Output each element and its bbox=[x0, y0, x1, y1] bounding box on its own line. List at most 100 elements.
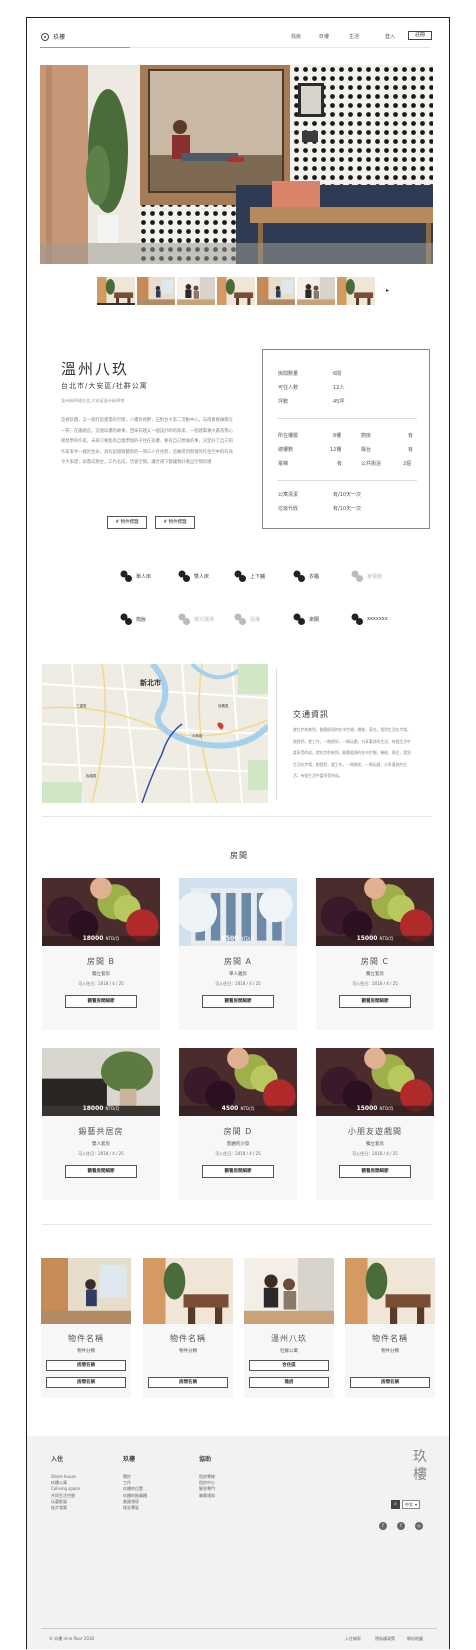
amenity-label: 設備 bbox=[250, 616, 261, 623]
property-card-name: 物件名稱 bbox=[68, 1334, 104, 1343]
footer-col2-links: 關於 工作 玖樓的位置 玖樓的推薦櫃 美國領導 理念專區 bbox=[123, 1474, 193, 1511]
amenity-label: 衣櫃 bbox=[309, 573, 320, 580]
property-card-name: 物件名稱 bbox=[372, 1334, 408, 1343]
amenity-item: 單人床 bbox=[119, 569, 151, 583]
property-card[interactable]: 物件名稱 物件分類 房間名稱 bbox=[345, 1258, 435, 1398]
page-frame: 玖樓 找房 玖樓 生活 登入 註冊 ▸ 溫州八玖 台北市/大安區/社群公寓 溫州… bbox=[26, 17, 450, 1649]
room-card[interactable]: 18000 NTD/月 鍛藝共居房 雙人套房 可入住日：2018 / 4 / 2… bbox=[42, 1048, 160, 1200]
room-image: 15000 NTD/月 bbox=[316, 878, 434, 946]
room-name-button[interactable]: 房間名稱 bbox=[46, 1360, 126, 1371]
property-tag[interactable]: # 物件標籤 bbox=[107, 516, 147, 529]
view-room-details-button[interactable]: 觀看房間細節 bbox=[202, 995, 274, 1008]
amenity-icon bbox=[119, 569, 133, 583]
info-label: 房間數量 bbox=[278, 371, 299, 377]
room-name-button[interactable]: 房間名稱 bbox=[46, 1377, 126, 1388]
nav-login[interactable]: 登入 bbox=[385, 33, 395, 40]
gallery-thumbnail[interactable] bbox=[337, 277, 375, 305]
amenity-label: 梳妝 bbox=[136, 616, 147, 623]
info-value: 有/10天一次 bbox=[333, 506, 362, 512]
room-available-date: 可入住日：2018 / 4 / 25 bbox=[352, 1151, 398, 1156]
amenity-label: 單只選擇 bbox=[194, 616, 215, 623]
chevron-down-icon: ▾ bbox=[415, 1502, 418, 1507]
gallery-thumbnail[interactable] bbox=[297, 277, 335, 305]
nav-find-room[interactable]: 找房 bbox=[291, 33, 301, 40]
room-available-date: 可入住日：2018 / 4 / 25 bbox=[78, 1151, 124, 1156]
property-info-box: 房間數量 6間 可住人數 12人 坪數 45坪 所在樓層 8樓 總樓數 12樓 … bbox=[262, 349, 430, 529]
signup-button[interactable]: 註冊 bbox=[408, 31, 432, 40]
room-name-button[interactable]: 合住區 bbox=[249, 1360, 329, 1371]
location-map[interactable]: 新北市 中和區 板橋區 三重區 信義區 bbox=[42, 664, 268, 803]
room-name-button[interactable]: 房間名稱 bbox=[148, 1377, 228, 1388]
room-name-button[interactable]: 雅房 bbox=[249, 1377, 329, 1388]
room-card[interactable]: 8500 NTD/月 房間 A 單人雅房 可入住日：2018 / 4 / 25 … bbox=[179, 878, 297, 1030]
room-available-date: 可入住日：2018 / 4 / 25 bbox=[78, 981, 124, 986]
view-room-details-button[interactable]: 觀看房間細節 bbox=[339, 1165, 411, 1178]
room-card[interactable]: 15000 NTD/月 房間 C 獨立套房 可入住日：2018 / 4 / 25… bbox=[316, 878, 434, 1030]
social-facebook-icon[interactable]: f bbox=[397, 1522, 405, 1530]
section-divider bbox=[42, 816, 432, 817]
info-label: 陽台 bbox=[361, 447, 372, 453]
map-divider bbox=[276, 668, 277, 800]
info-label: 可住人數 bbox=[278, 385, 299, 391]
view-room-details-button[interactable]: 觀看房間細節 bbox=[65, 1165, 137, 1178]
gallery-next-arrow-icon[interactable]: ▸ bbox=[386, 287, 389, 294]
language-select[interactable]: ⌕ 中文 ▾ bbox=[391, 1500, 421, 1509]
nav-about[interactable]: 玖樓 bbox=[319, 33, 329, 40]
amenity-item: 單只選擇 bbox=[177, 612, 214, 626]
info-value: 有 bbox=[337, 461, 343, 467]
gallery-thumbnail[interactable] bbox=[177, 277, 215, 305]
site-logo[interactable]: 玖樓 bbox=[41, 32, 65, 41]
footer-bottom-link[interactable]: 隱私權政策 bbox=[375, 1636, 395, 1642]
room-card[interactable]: 18000 NTD/月 房間 B 獨立套房 可入住日：2018 / 4 / 25… bbox=[42, 878, 160, 1030]
info-label: 所在樓層 bbox=[278, 433, 299, 439]
amenity-label: xxxxxxx bbox=[367, 616, 388, 622]
room-card[interactable]: 15000 NTD/月 小朋友遊戲間 獨立套房 可入住日：2018 / 4 / … bbox=[316, 1048, 434, 1200]
room-type: 獨立套房 bbox=[92, 972, 110, 977]
room-name: 小朋友遊戲間 bbox=[348, 1127, 402, 1136]
property-card[interactable]: 溫州八玖 社群公寓 合住區 雅房 bbox=[244, 1258, 334, 1398]
gallery-thumbnail[interactable] bbox=[97, 277, 135, 305]
amenity-item: 衣櫃 bbox=[292, 569, 319, 583]
amenity-icon bbox=[177, 569, 191, 583]
footer-bottom-link[interactable]: 網站地圖 bbox=[407, 1636, 423, 1642]
amenity-item: 家電機 bbox=[350, 569, 382, 583]
map-district-label: 信義區 bbox=[218, 704, 229, 708]
amenity-label: 家電機 bbox=[367, 573, 383, 580]
gallery-thumbnail[interactable] bbox=[217, 277, 255, 305]
property-card[interactable]: 物件名稱 物件分類 房間名稱 房間名稱 bbox=[41, 1258, 131, 1398]
property-card-name: 物件名稱 bbox=[170, 1334, 206, 1343]
footer-link[interactable]: 聯繫通知 bbox=[199, 1493, 269, 1499]
gallery-thumbnail[interactable] bbox=[137, 277, 175, 305]
footer-link[interactable]: 徒步我樂 bbox=[51, 1505, 121, 1511]
nav-life[interactable]: 生活 bbox=[349, 33, 359, 40]
info-divider bbox=[277, 480, 417, 481]
property-tag[interactable]: # 物件標籤 bbox=[155, 516, 195, 529]
amenity-label: 雙人床 bbox=[194, 573, 210, 580]
map-district-label: 中和區 bbox=[192, 734, 203, 738]
room-type: 客廳的沙發 bbox=[226, 1142, 250, 1147]
room-name: 房間 B bbox=[86, 957, 116, 966]
social-instagram-icon[interactable]: ◎ bbox=[415, 1522, 423, 1530]
footer-link[interactable]: 理念專區 bbox=[123, 1505, 193, 1511]
room-name-button[interactable]: 房間名稱 bbox=[350, 1377, 430, 1388]
footer-brand-char: 樓 bbox=[413, 1467, 427, 1483]
info-label: 總樓數 bbox=[278, 447, 294, 453]
footer-bottom-link[interactable]: 入住條款 bbox=[345, 1636, 361, 1642]
view-room-details-button[interactable]: 觀看房間細節 bbox=[339, 995, 411, 1008]
room-price: 15000 NTD/月 bbox=[356, 1105, 394, 1112]
room-card[interactable]: 4500 NTD/月 房間 D 客廳的沙發 可入住日：2018 / 4 / 25… bbox=[179, 1048, 297, 1200]
amenity-item: 雙人床 bbox=[177, 569, 209, 583]
property-card[interactable]: 物件名稱 物件分類 房間名稱 bbox=[143, 1258, 233, 1398]
gallery-thumbnail[interactable] bbox=[257, 277, 295, 305]
social-facebook-icon[interactable]: f bbox=[379, 1522, 387, 1530]
view-room-details-button[interactable]: 觀看房間細節 bbox=[202, 1165, 274, 1178]
language-dropdown[interactable]: 中文 ▾ bbox=[402, 1500, 421, 1509]
amenity-item: 設備 bbox=[233, 612, 260, 626]
view-room-details-button[interactable]: 觀看房間細節 bbox=[65, 995, 137, 1008]
info-value: 有 bbox=[408, 433, 414, 439]
info-value: 有/10天一次 bbox=[333, 492, 362, 498]
site-footer: 入住 Share house 玖樓公寓 Coliving space 共同生活空間 玩藝… bbox=[27, 1436, 449, 1649]
room-name: 房間 D bbox=[223, 1127, 253, 1136]
info-label: 電梯 bbox=[278, 461, 289, 467]
footer-brand-mark: 玖 樓 bbox=[413, 1448, 427, 1484]
